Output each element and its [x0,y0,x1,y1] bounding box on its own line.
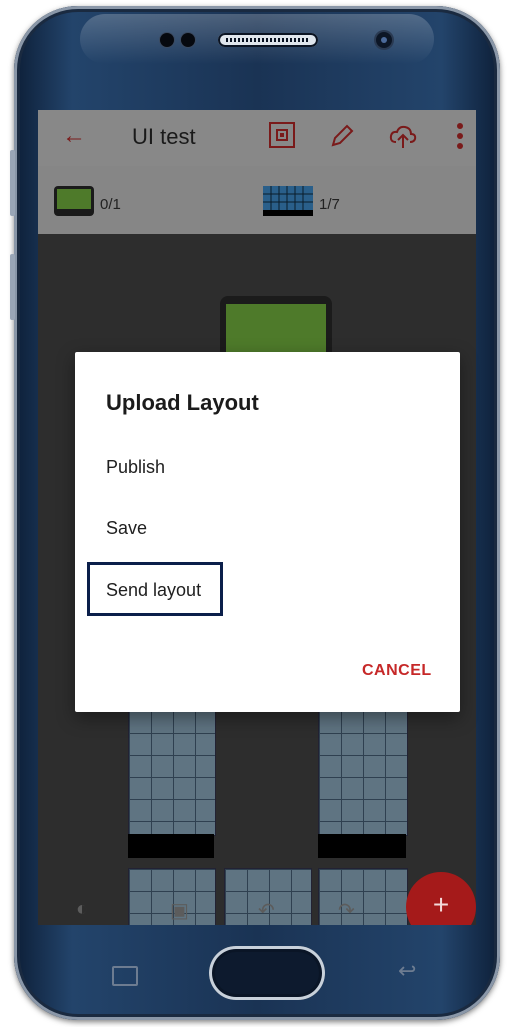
sensor-dot-2 [181,33,195,47]
grid-thumb-icon [263,186,313,216]
camera-lens [381,37,387,43]
screens-count: 0/1 [100,196,121,213]
speaker-grille [226,38,310,42]
recents-icon[interactable] [112,966,138,986]
volume-button [10,150,15,216]
back-icon[interactable]: ↩ [398,958,416,984]
grid-cell-bar [128,834,214,858]
grid-cell-bar [318,834,406,858]
pencil-icon[interactable] [328,122,356,155]
contrast-icon[interactable]: ◐ [76,898,88,921]
page-title: UI test [132,124,196,149]
sensor-dot [160,33,174,47]
qr-scan-icon[interactable] [269,122,295,148]
upload-layout-dialog: Upload Layout Publish Save Send layout C… [75,352,460,712]
app-bar: ← UI test [38,110,476,166]
cancel-button[interactable]: CANCEL [362,662,432,680]
arrow-left-icon[interactable]: ← [62,122,86,150]
grids-count: 1/7 [319,196,340,213]
home-button[interactable] [209,946,325,1000]
redo-icon[interactable]: ↷ [338,898,355,923]
grid-cell[interactable] [318,710,408,836]
dialog-title: Upload Layout [106,390,259,415]
more-vert-icon[interactable] [456,122,464,157]
cloud-upload-icon[interactable] [388,122,418,155]
grid-cell[interactable] [128,710,216,836]
send-layout-option[interactable]: Send layout [106,580,201,601]
screen-thumb-icon [54,186,94,216]
stats-bar: 0/1 1/7 [38,166,476,234]
undo-icon[interactable]: ↶ [258,898,275,923]
fullscreen-icon[interactable]: ▣ [170,898,189,923]
volume-button-down [10,254,15,320]
grid-cell[interactable] [318,868,408,925]
save-option[interactable]: Save [106,518,147,539]
publish-option[interactable]: Publish [106,457,165,478]
